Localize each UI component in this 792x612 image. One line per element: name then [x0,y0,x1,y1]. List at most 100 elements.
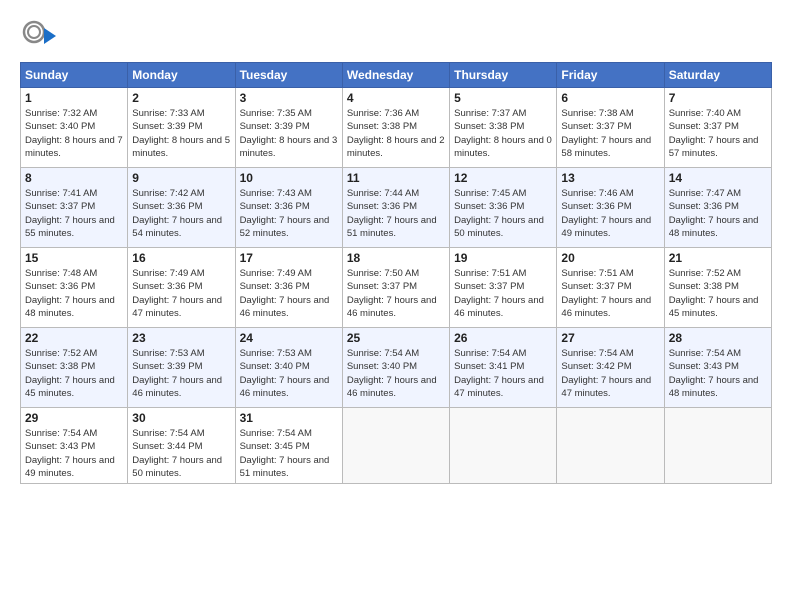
calendar-cell: 13 Sunrise: 7:46 AMSunset: 3:36 PMDaylig… [557,168,664,248]
weekday-header-monday: Monday [128,63,235,88]
day-info: Sunrise: 7:54 AMSunset: 3:40 PMDaylight:… [347,348,437,399]
calendar-cell: 7 Sunrise: 7:40 AMSunset: 3:37 PMDayligh… [664,88,771,168]
weekday-header-thursday: Thursday [450,63,557,88]
day-number: 28 [669,331,767,345]
day-info: Sunrise: 7:49 AMSunset: 3:36 PMDaylight:… [132,268,222,319]
day-number: 23 [132,331,230,345]
day-number: 9 [132,171,230,185]
day-info: Sunrise: 7:52 AMSunset: 3:38 PMDaylight:… [669,268,759,319]
day-number: 26 [454,331,552,345]
day-info: Sunrise: 7:38 AMSunset: 3:37 PMDaylight:… [561,108,651,159]
calendar-cell: 10 Sunrise: 7:43 AMSunset: 3:36 PMDaylig… [235,168,342,248]
day-info: Sunrise: 7:32 AMSunset: 3:40 PMDaylight:… [25,108,123,159]
calendar-cell: 29 Sunrise: 7:54 AMSunset: 3:43 PMDaylig… [21,408,128,484]
calendar-cell: 26 Sunrise: 7:54 AMSunset: 3:41 PMDaylig… [450,328,557,408]
calendar-cell: 30 Sunrise: 7:54 AMSunset: 3:44 PMDaylig… [128,408,235,484]
day-info: Sunrise: 7:46 AMSunset: 3:36 PMDaylight:… [561,188,651,239]
day-info: Sunrise: 7:54 AMSunset: 3:45 PMDaylight:… [240,428,330,479]
calendar-cell: 24 Sunrise: 7:53 AMSunset: 3:40 PMDaylig… [235,328,342,408]
day-number: 8 [25,171,123,185]
weekday-header-tuesday: Tuesday [235,63,342,88]
calendar-cell: 11 Sunrise: 7:44 AMSunset: 3:36 PMDaylig… [342,168,449,248]
day-number: 25 [347,331,445,345]
calendar-cell [450,408,557,484]
calendar-cell: 14 Sunrise: 7:47 AMSunset: 3:36 PMDaylig… [664,168,771,248]
day-info: Sunrise: 7:47 AMSunset: 3:36 PMDaylight:… [669,188,759,239]
calendar-cell: 23 Sunrise: 7:53 AMSunset: 3:39 PMDaylig… [128,328,235,408]
calendar-cell: 6 Sunrise: 7:38 AMSunset: 3:37 PMDayligh… [557,88,664,168]
day-info: Sunrise: 7:54 AMSunset: 3:42 PMDaylight:… [561,348,651,399]
calendar-cell: 2 Sunrise: 7:33 AMSunset: 3:39 PMDayligh… [128,88,235,168]
weekday-header-sunday: Sunday [21,63,128,88]
day-number: 24 [240,331,338,345]
day-number: 18 [347,251,445,265]
day-number: 6 [561,91,659,105]
calendar-cell: 16 Sunrise: 7:49 AMSunset: 3:36 PMDaylig… [128,248,235,328]
day-number: 20 [561,251,659,265]
day-number: 5 [454,91,552,105]
day-info: Sunrise: 7:42 AMSunset: 3:36 PMDaylight:… [132,188,222,239]
calendar-cell: 19 Sunrise: 7:51 AMSunset: 3:37 PMDaylig… [450,248,557,328]
calendar-cell: 22 Sunrise: 7:52 AMSunset: 3:38 PMDaylig… [21,328,128,408]
day-number: 27 [561,331,659,345]
day-info: Sunrise: 7:51 AMSunset: 3:37 PMDaylight:… [561,268,651,319]
header [20,18,772,54]
calendar-cell: 8 Sunrise: 7:41 AMSunset: 3:37 PMDayligh… [21,168,128,248]
day-info: Sunrise: 7:49 AMSunset: 3:36 PMDaylight:… [240,268,330,319]
day-number: 10 [240,171,338,185]
day-info: Sunrise: 7:43 AMSunset: 3:36 PMDaylight:… [240,188,330,239]
calendar-cell [342,408,449,484]
day-number: 4 [347,91,445,105]
day-info: Sunrise: 7:45 AMSunset: 3:36 PMDaylight:… [454,188,544,239]
calendar-cell: 21 Sunrise: 7:52 AMSunset: 3:38 PMDaylig… [664,248,771,328]
day-number: 14 [669,171,767,185]
day-number: 11 [347,171,445,185]
day-info: Sunrise: 7:44 AMSunset: 3:36 PMDaylight:… [347,188,437,239]
day-info: Sunrise: 7:36 AMSunset: 3:38 PMDaylight:… [347,108,445,159]
day-number: 12 [454,171,552,185]
calendar-cell: 4 Sunrise: 7:36 AMSunset: 3:38 PMDayligh… [342,88,449,168]
day-number: 22 [25,331,123,345]
day-info: Sunrise: 7:54 AMSunset: 3:44 PMDaylight:… [132,428,222,479]
day-number: 13 [561,171,659,185]
logo [20,18,60,54]
calendar-cell: 18 Sunrise: 7:50 AMSunset: 3:37 PMDaylig… [342,248,449,328]
calendar-cell: 27 Sunrise: 7:54 AMSunset: 3:42 PMDaylig… [557,328,664,408]
day-number: 29 [25,411,123,425]
logo-icon [20,18,56,54]
day-info: Sunrise: 7:50 AMSunset: 3:37 PMDaylight:… [347,268,437,319]
day-info: Sunrise: 7:51 AMSunset: 3:37 PMDaylight:… [454,268,544,319]
day-info: Sunrise: 7:37 AMSunset: 3:38 PMDaylight:… [454,108,552,159]
day-number: 21 [669,251,767,265]
day-number: 31 [240,411,338,425]
calendar-cell: 28 Sunrise: 7:54 AMSunset: 3:43 PMDaylig… [664,328,771,408]
day-number: 19 [454,251,552,265]
day-info: Sunrise: 7:53 AMSunset: 3:39 PMDaylight:… [132,348,222,399]
weekday-header-friday: Friday [557,63,664,88]
calendar-cell [557,408,664,484]
calendar-cell: 25 Sunrise: 7:54 AMSunset: 3:40 PMDaylig… [342,328,449,408]
day-info: Sunrise: 7:41 AMSunset: 3:37 PMDaylight:… [25,188,115,239]
calendar-cell: 17 Sunrise: 7:49 AMSunset: 3:36 PMDaylig… [235,248,342,328]
day-info: Sunrise: 7:54 AMSunset: 3:43 PMDaylight:… [25,428,115,479]
day-number: 1 [25,91,123,105]
day-info: Sunrise: 7:40 AMSunset: 3:37 PMDaylight:… [669,108,759,159]
day-number: 3 [240,91,338,105]
day-number: 7 [669,91,767,105]
weekday-header-wednesday: Wednesday [342,63,449,88]
calendar-table: SundayMondayTuesdayWednesdayThursdayFrid… [20,62,772,484]
calendar-cell: 9 Sunrise: 7:42 AMSunset: 3:36 PMDayligh… [128,168,235,248]
day-info: Sunrise: 7:33 AMSunset: 3:39 PMDaylight:… [132,108,230,159]
page: SundayMondayTuesdayWednesdayThursdayFrid… [0,0,792,612]
day-number: 30 [132,411,230,425]
calendar-cell: 31 Sunrise: 7:54 AMSunset: 3:45 PMDaylig… [235,408,342,484]
weekday-header-row: SundayMondayTuesdayWednesdayThursdayFrid… [21,63,772,88]
day-info: Sunrise: 7:53 AMSunset: 3:40 PMDaylight:… [240,348,330,399]
day-info: Sunrise: 7:54 AMSunset: 3:41 PMDaylight:… [454,348,544,399]
weekday-header-saturday: Saturday [664,63,771,88]
calendar-cell: 5 Sunrise: 7:37 AMSunset: 3:38 PMDayligh… [450,88,557,168]
calendar-cell: 3 Sunrise: 7:35 AMSunset: 3:39 PMDayligh… [235,88,342,168]
calendar-cell: 20 Sunrise: 7:51 AMSunset: 3:37 PMDaylig… [557,248,664,328]
day-info: Sunrise: 7:54 AMSunset: 3:43 PMDaylight:… [669,348,759,399]
day-number: 15 [25,251,123,265]
